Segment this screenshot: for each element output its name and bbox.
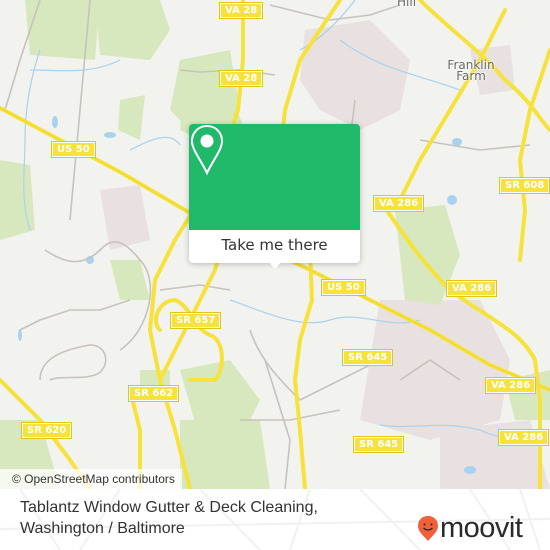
road-shield-va-28: VA 28 [218,2,264,19]
road-shield-sr-662: SR 662 [127,385,180,402]
place-label-hill: Hill [397,0,417,9]
place-label-franklin-farm: Franklin Farm [447,58,495,83]
footer: Tablantz Window Gutter & Deck Cleaning, … [0,489,550,550]
road-shield-sr-608: SR 608 [498,177,550,194]
moovit-logo[interactable]: moovit [417,512,523,544]
take-me-there-button[interactable]: Take me there [189,230,360,263]
road-shield-va-28: VA 28 [218,70,264,87]
road-shield-va-286: VA 286 [484,377,537,394]
road-shield-sr-645: SR 645 [341,349,394,366]
location-title: Tablantz Window Gutter & Deck Cleaning, … [20,497,318,539]
title-line-2: Washington / Baltimore [20,520,185,537]
map[interactable]: VA 28 VA 28 US 50 US 50 VA 286 VA 286 VA… [0,0,550,489]
title-line-1: Tablantz Window Gutter & Deck Cleaning, [20,499,318,516]
road-shield-sr-657: SR 657 [169,312,222,329]
map-pin-icon [190,124,224,176]
location-popup: Take me there [189,124,360,269]
road-shield-va-286: VA 286 [497,429,550,446]
road-shield-sr-620: SR 620 [20,422,73,439]
road-shield-va-286: VA 286 [445,280,498,297]
popup-header [189,124,360,230]
moovit-wordmark: moovit [440,512,523,544]
moovit-pin-icon [418,515,438,541]
map-attribution[interactable]: © OpenStreetMap contributors [0,469,182,489]
road-shield-sr-645: SR 645 [352,436,405,453]
road-shield-us-50: US 50 [51,141,96,158]
popup-pointer [268,261,282,269]
road-shield-us-50: US 50 [321,279,366,296]
road-shield-va-286: VA 286 [372,195,425,212]
